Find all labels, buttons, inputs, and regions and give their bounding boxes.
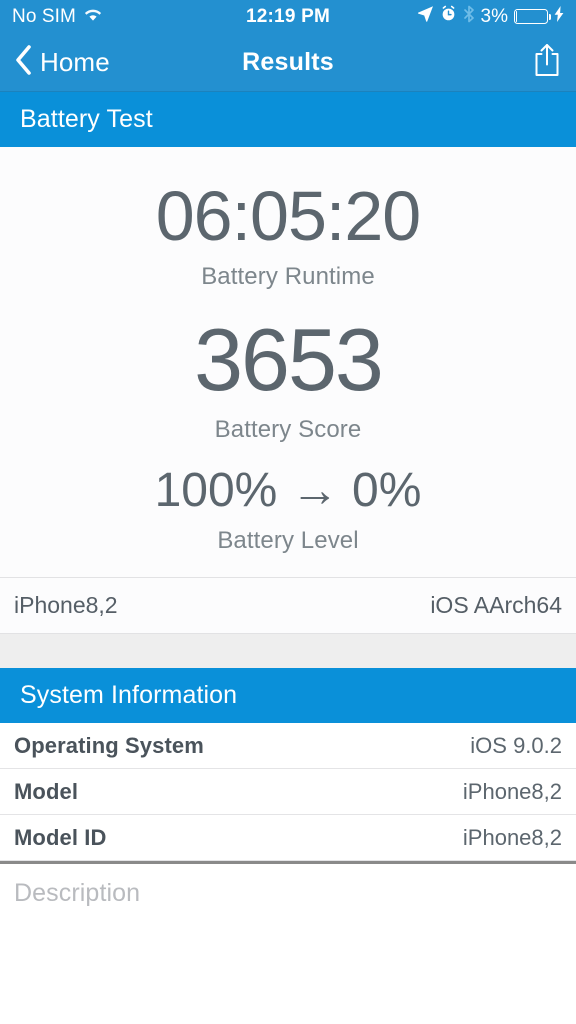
- description-placeholder: Description: [14, 878, 141, 907]
- section-header-system-information-label: System Information: [20, 681, 238, 710]
- battery-percent-label: 3%: [480, 5, 508, 27]
- metric-battery-runtime-value: 06:05:20: [155, 177, 421, 255]
- table-row-model-id: Model ID iPhone8,2: [0, 815, 576, 862]
- share-icon: [532, 42, 562, 83]
- lightning-bolt-icon: [554, 5, 564, 28]
- metric-battery-score-label: Battery Score: [214, 416, 362, 444]
- location-arrow-icon: [417, 5, 434, 28]
- bluetooth-icon: [463, 5, 475, 29]
- carrier-label: No SIM: [12, 5, 76, 27]
- metric-battery-level: 100% → 0% Battery Level: [0, 466, 576, 555]
- info-label-model-id: Model ID: [14, 824, 107, 850]
- metric-battery-score-value: 3653: [194, 310, 384, 410]
- section-header-battery-test-label: Battery Test: [20, 105, 153, 133]
- share-button[interactable]: [532, 42, 562, 83]
- info-value-model: iPhone8,2: [462, 778, 562, 804]
- section-header-battery-test: Battery Test: [0, 92, 576, 147]
- metric-battery-score: 3653 Battery Score: [0, 313, 576, 444]
- chevron-left-icon: [14, 44, 33, 81]
- back-button-label: Home: [40, 46, 110, 77]
- status-bar: No SIM 12:19 PM 3%: [0, 0, 576, 33]
- info-label-model: Model: [14, 778, 79, 804]
- info-value-model-id: iPhone8,2: [462, 824, 562, 850]
- description-input[interactable]: Description: [0, 864, 576, 923]
- back-button[interactable]: Home: [14, 44, 110, 81]
- table-row-operating-system: Operating System iOS 9.0.2: [0, 723, 576, 770]
- metric-battery-runtime: 06:05:20 Battery Runtime: [0, 179, 576, 291]
- alarm-clock-icon: [440, 5, 457, 28]
- battery-icon: [514, 9, 552, 24]
- wifi-icon: [83, 6, 103, 28]
- table-row-model: Model iPhone8,2: [0, 769, 576, 816]
- navigation-bar: Home Results: [0, 33, 576, 92]
- metric-battery-runtime-label: Battery Runtime: [201, 263, 375, 291]
- device-summary-row: iPhone8,2 iOS AArch64: [0, 578, 576, 635]
- section-header-system-information: System Information: [0, 668, 576, 724]
- metric-battery-level-label: Battery Level: [217, 527, 359, 555]
- status-bar-right: 3%: [417, 5, 564, 29]
- device-model-label: iPhone8,2: [14, 592, 118, 619]
- info-label-operating-system: Operating System: [14, 732, 204, 758]
- metric-battery-level-value: 100% → 0%: [154, 464, 422, 518]
- battery-fill: [516, 11, 518, 22]
- device-platform-label: iOS AArch64: [430, 592, 562, 619]
- section-gap: [0, 634, 576, 669]
- status-bar-left: No SIM: [12, 6, 103, 28]
- info-value-operating-system: iOS 9.0.2: [470, 732, 562, 758]
- results-panel: 06:05:20 Battery Runtime 3653 Battery Sc…: [0, 147, 576, 579]
